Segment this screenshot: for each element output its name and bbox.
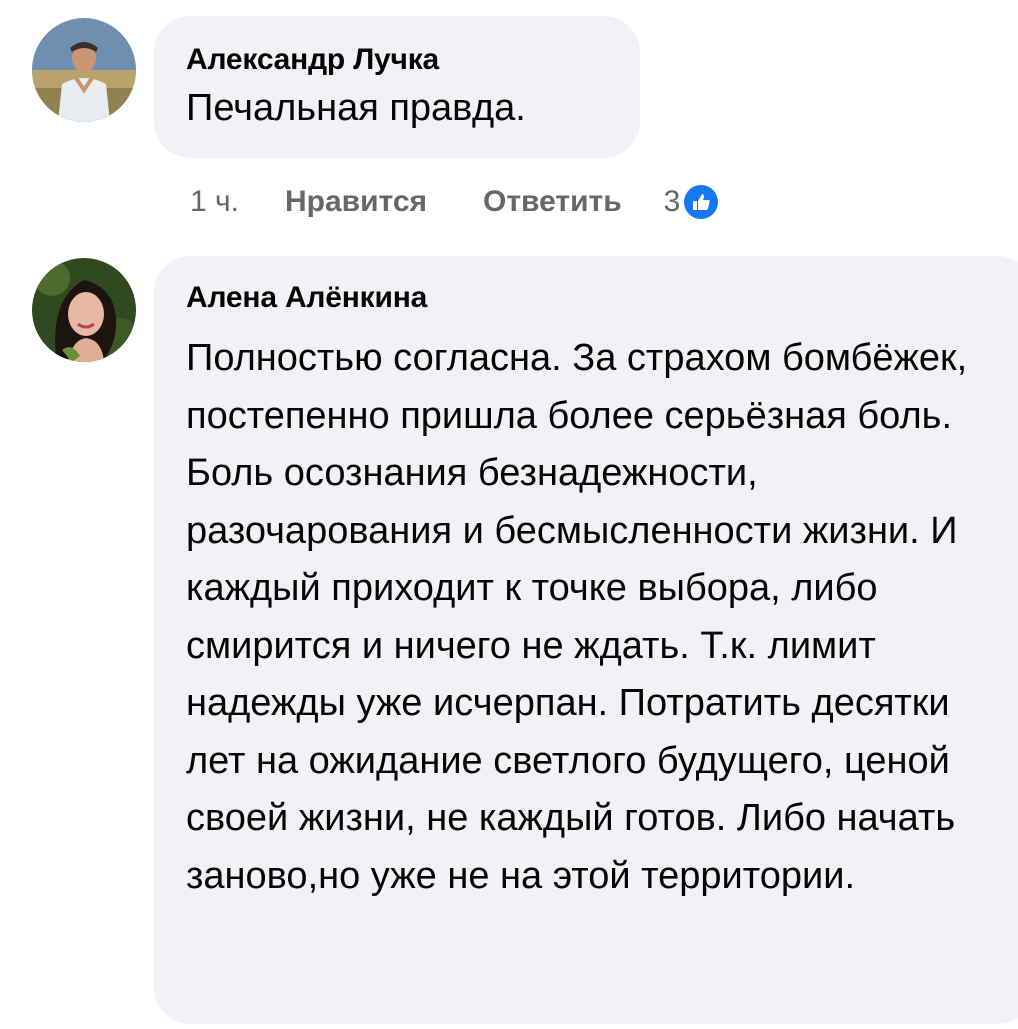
avatar-alena[interactable]: [32, 258, 136, 362]
reaction-count[interactable]: 3: [664, 185, 681, 219]
avatar-photo: [32, 18, 136, 122]
comment-bubble-2: Алена Алёнкина Полностью согласна. За ст…: [154, 256, 1018, 1024]
comment-author[interactable]: Александр Лучка: [186, 42, 640, 78]
comment-actions: 1 ч. Нравится Ответить 3: [190, 180, 719, 224]
comment-timestamp[interactable]: 1 ч.: [190, 185, 239, 219]
comment-author[interactable]: Алена Алёнкина: [186, 280, 1018, 316]
comment-text: Полностью согласна. За страхом бомбёжек,…: [186, 337, 968, 897]
reply-button[interactable]: Ответить: [483, 185, 622, 219]
avatar-aleksandr[interactable]: [32, 18, 136, 122]
comment-text: Печальная правда.: [186, 87, 526, 129]
like-button[interactable]: Нравится: [285, 185, 427, 219]
like-thumb-icon[interactable]: [684, 185, 719, 219]
comment-bubble-1: Александр Лучка Печальная правда.: [154, 16, 640, 158]
avatar-photo: [32, 258, 136, 362]
